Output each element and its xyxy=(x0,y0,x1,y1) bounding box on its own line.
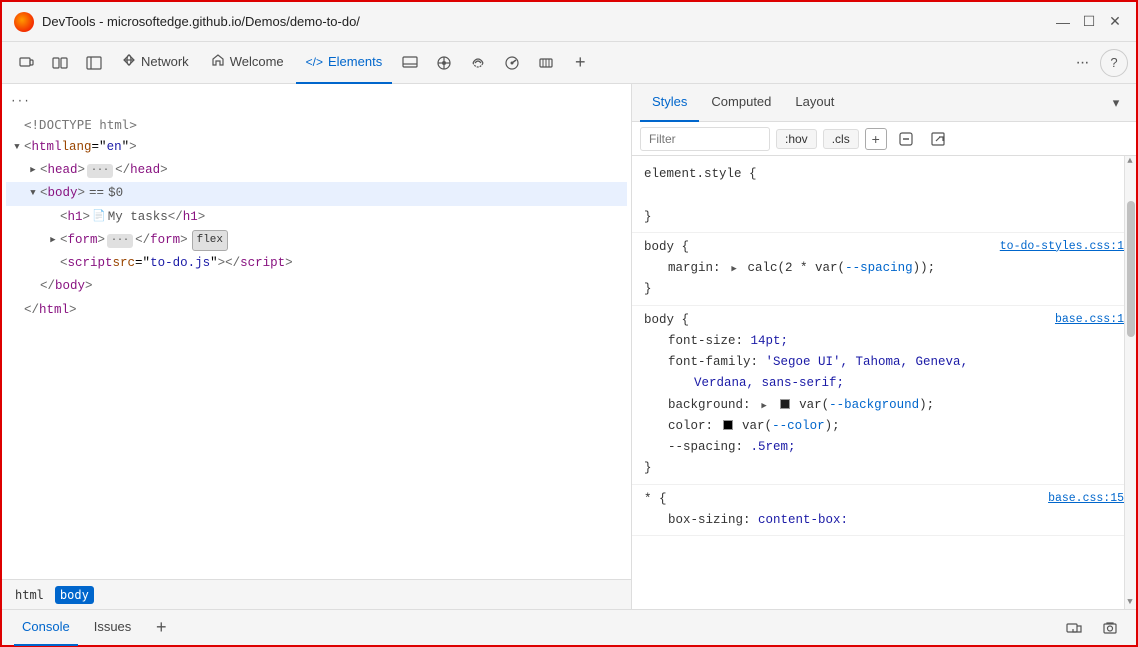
tab-layout[interactable]: Layout xyxy=(783,84,846,122)
inspect-panels-button[interactable] xyxy=(44,47,76,79)
sources-button[interactable] xyxy=(428,47,460,79)
performance-button[interactable] xyxy=(496,47,528,79)
help-button[interactable]: ? xyxy=(1100,49,1128,77)
form-dots[interactable]: ··· xyxy=(107,234,133,248)
css-source-base1[interactable]: base.css:1 xyxy=(1055,310,1124,330)
margin-triangle[interactable]: ▶ xyxy=(728,262,740,277)
dom-line-html: <html lang="en" > xyxy=(6,136,627,159)
css-source-base15[interactable]: base.css:15 xyxy=(1048,489,1124,509)
head-dots[interactable]: ··· xyxy=(87,164,113,178)
dom-line-h1: <h1> 📄 My tasks </h1> xyxy=(6,206,627,229)
css-rule-element-style: element.style { } xyxy=(632,160,1136,233)
elements-icon: </> xyxy=(306,55,323,69)
css-selector-body2: body { xyxy=(644,313,689,327)
styles-tabs: Styles Computed Layout ▾ xyxy=(632,84,1136,122)
css-selector-body1: body { xyxy=(644,240,689,254)
tab-network[interactable]: Network xyxy=(112,42,199,84)
dom-line-body-close: </body> xyxy=(6,275,627,298)
dom-line-form: <form> ··· </form> flex xyxy=(6,229,627,252)
add-style-rule-button[interactable]: + xyxy=(865,128,887,150)
welcome-icon xyxy=(211,53,225,70)
flex-badge: flex xyxy=(192,230,228,251)
tab-elements-label: Elements xyxy=(328,54,382,69)
scroll-up-arrow[interactable]: ▲ xyxy=(1124,156,1136,168)
window-controls: — ☐ ✕ xyxy=(1054,13,1124,31)
form-expand[interactable] xyxy=(46,234,60,248)
css-source-todo[interactable]: to-do-styles.css:1 xyxy=(1000,237,1124,257)
tab-styles[interactable]: Styles xyxy=(640,84,699,122)
tab-console[interactable]: Console xyxy=(14,610,78,646)
h1-icon: 📄 xyxy=(92,208,106,227)
filter-input[interactable] xyxy=(640,127,770,151)
dom-dots-menu: ··· xyxy=(6,92,627,113)
tab-welcome[interactable]: Welcome xyxy=(201,42,294,84)
background-swatch[interactable] xyxy=(780,399,790,409)
dom-line-doctype: <!DOCTYPE html> xyxy=(6,113,627,136)
cls-button[interactable]: .cls xyxy=(823,129,859,149)
network2-button[interactable] xyxy=(462,47,494,79)
title-bar: DevTools - microsoftedge.github.io/Demos… xyxy=(2,2,1136,42)
add-panel-button[interactable]: + xyxy=(564,47,596,79)
dom-line-head: <head> ··· </head> xyxy=(6,159,627,182)
bottom-bar: Console Issues + xyxy=(2,609,1136,645)
devtools-toolbar: Network Welcome </> Elements + xyxy=(2,42,1136,84)
css-selector-star: * { xyxy=(644,492,667,506)
maximize-button[interactable]: ☐ xyxy=(1080,13,1098,31)
scrollbar-thumb[interactable] xyxy=(1127,201,1135,337)
minimize-button[interactable]: — xyxy=(1054,13,1072,31)
scrollbar-track[interactable]: ▲ ▼ xyxy=(1124,156,1136,609)
color-swatch[interactable] xyxy=(723,420,733,430)
breadcrumb-body[interactable]: body xyxy=(55,586,94,604)
breadcrumb-html[interactable]: html xyxy=(10,586,49,604)
background-triangle[interactable]: ▶ xyxy=(758,399,770,414)
memory-button[interactable] xyxy=(530,47,562,79)
doctype-text: <!DOCTYPE html> xyxy=(24,114,137,135)
console-drawer-button[interactable] xyxy=(394,47,426,79)
css-selector-element-style: element.style { xyxy=(644,167,757,181)
devtools-window: DevTools - microsoftedge.github.io/Demos… xyxy=(0,0,1138,647)
css-rule-body-base: body { base.css:1 font-size: 14pt; font-… xyxy=(632,306,1136,485)
styles-panel: Styles Computed Layout ▾ :hov .cls + xyxy=(632,84,1136,609)
filter-bar: :hov .cls + xyxy=(632,122,1136,156)
more-tools-button[interactable]: ··· xyxy=(1066,47,1098,79)
edge-icon xyxy=(14,12,34,32)
css-rule-body-todo: body { to-do-styles.css:1 margin: ▶ calc… xyxy=(632,233,1136,306)
tab-issues[interactable]: Issues xyxy=(86,610,140,646)
undock-button[interactable] xyxy=(1060,614,1088,642)
css-rules: element.style { } body { to-do-styles.cs… xyxy=(632,156,1136,609)
close-button[interactable]: ✕ xyxy=(1106,13,1124,31)
toggle-all-checkbox[interactable] xyxy=(893,126,919,152)
html-expand[interactable] xyxy=(10,141,24,155)
styles-dropdown[interactable]: ▾ xyxy=(1104,91,1128,115)
scroll-down-arrow[interactable]: ▼ xyxy=(1124,597,1136,609)
add-tab-button[interactable]: + xyxy=(147,614,175,642)
device-emulation-button[interactable] xyxy=(10,47,42,79)
tab-welcome-label: Welcome xyxy=(230,54,284,69)
dom-line-html-close: </html> xyxy=(6,299,627,322)
tab-computed[interactable]: Computed xyxy=(699,84,783,122)
screenshot-button[interactable] xyxy=(1096,614,1124,642)
breadcrumb-bar: html body xyxy=(2,579,631,609)
dom-overflow-menu[interactable]: ··· xyxy=(10,93,30,112)
dom-tree[interactable]: ··· <!DOCTYPE html> <html lang="en" > xyxy=(2,84,631,579)
window-title: DevTools - microsoftedge.github.io/Demos… xyxy=(42,14,1054,29)
tab-network-label: Network xyxy=(141,54,189,69)
network-icon xyxy=(122,53,136,70)
head-expand[interactable] xyxy=(26,164,40,178)
dom-panel: ··· <!DOCTYPE html> <html lang="en" > xyxy=(2,84,632,609)
body-expand[interactable] xyxy=(26,187,40,201)
hov-button[interactable]: :hov xyxy=(776,129,817,149)
css-rule-star: * { base.css:15 box-sizing: content-box: xyxy=(632,485,1136,537)
sidebar-toggle-button[interactable] xyxy=(78,47,110,79)
main-area: ··· <!DOCTYPE html> <html lang="en" > xyxy=(2,84,1136,609)
dom-line-script: <script src="to-do.js" ></script> xyxy=(6,252,627,275)
dom-line-body[interactable]: <body> == $0 xyxy=(6,182,627,205)
element-style-link[interactable] xyxy=(925,126,951,152)
tab-elements[interactable]: </> Elements xyxy=(296,42,393,84)
